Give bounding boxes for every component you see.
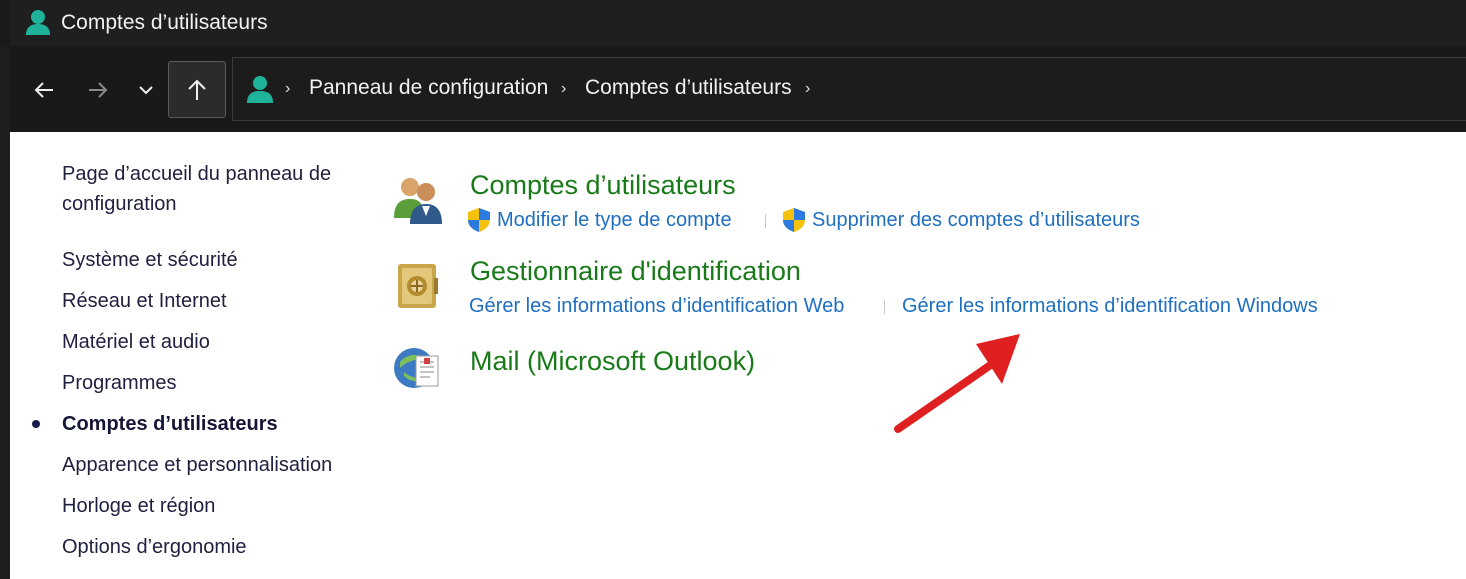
breadcrumb-separator: › xyxy=(285,80,291,97)
recent-locations-button[interactable] xyxy=(127,71,165,109)
credential-vault-icon[interactable] xyxy=(390,258,446,314)
nav-item-appearance[interactable]: Apparence et personnalisation xyxy=(62,454,332,477)
uac-shield-icon xyxy=(783,208,805,232)
manage-windows-credentials-link[interactable]: Gérer les informations d’identification … xyxy=(902,295,1318,318)
nav-item-network-internet[interactable]: Réseau et Internet xyxy=(62,290,227,313)
window-title: Comptes d’utilisateurs xyxy=(61,11,268,34)
back-button[interactable] xyxy=(25,71,63,109)
uac-shield-icon xyxy=(468,208,490,232)
breadcrumb-user-accounts[interactable]: Comptes d’utilisateurs xyxy=(585,76,792,100)
content-area: Page d’accueil du panneau de configurati… xyxy=(10,132,1466,579)
title-bar: Comptes d’utilisateurs xyxy=(0,0,1466,46)
active-indicator-bullet xyxy=(32,420,40,428)
control-panel-window: Comptes d’utilisateurs › Panneau de conf… xyxy=(0,0,1466,579)
task-separator xyxy=(884,300,885,314)
breadcrumb-separator[interactable]: › xyxy=(561,80,566,98)
nav-item-user-accounts[interactable]: Comptes d’utilisateurs xyxy=(62,413,278,436)
left-navigation: Page d’accueil du panneau de configurati… xyxy=(10,132,380,579)
change-account-type-link[interactable]: Modifier le type de compte xyxy=(497,209,732,232)
navigation-bar: › Panneau de configuration › Comptes d’u… xyxy=(10,46,1466,132)
category-title-mail[interactable]: Mail (Microsoft Outlook) xyxy=(470,346,755,377)
up-button[interactable] xyxy=(168,61,226,118)
remove-user-accounts-link[interactable]: Supprimer des comptes d’utilisateurs xyxy=(812,209,1140,232)
user-accounts-icon xyxy=(26,10,50,35)
arrow-up-icon xyxy=(188,79,206,100)
mail-icon[interactable] xyxy=(390,342,446,398)
category-title-user-accounts[interactable]: Comptes d’utilisateurs xyxy=(470,170,736,201)
manage-web-credentials-link[interactable]: Gérer les informations d’identification … xyxy=(469,295,844,318)
user-accounts-icon xyxy=(247,76,273,103)
chevron-down-icon xyxy=(139,86,153,95)
arrow-left-icon xyxy=(34,82,53,98)
nav-item-clock-region[interactable]: Horloge et région xyxy=(62,495,215,518)
task-separator xyxy=(765,214,766,228)
users-icon[interactable] xyxy=(390,172,446,228)
nav-item-programs[interactable]: Programmes xyxy=(62,372,176,395)
breadcrumb-control-panel[interactable]: Panneau de configuration xyxy=(309,76,548,100)
category-title-credential-manager[interactable]: Gestionnaire d'identification xyxy=(470,256,801,287)
control-panel-home-link[interactable]: Page d’accueil du panneau de configurati… xyxy=(62,159,362,219)
arrow-right-icon xyxy=(89,82,108,98)
nav-item-system-security[interactable]: Système et sécurité xyxy=(62,249,238,272)
nav-item-ease-of-access[interactable]: Options d’ergonomie xyxy=(62,536,247,559)
breadcrumb-separator[interactable]: › xyxy=(805,80,810,98)
forward-button[interactable] xyxy=(79,71,117,109)
nav-item-hardware-audio[interactable]: Matériel et audio xyxy=(62,331,210,354)
address-bar[interactable]: › Panneau de configuration › Comptes d’u… xyxy=(232,57,1466,121)
annotation-arrow-icon xyxy=(894,334,1020,433)
